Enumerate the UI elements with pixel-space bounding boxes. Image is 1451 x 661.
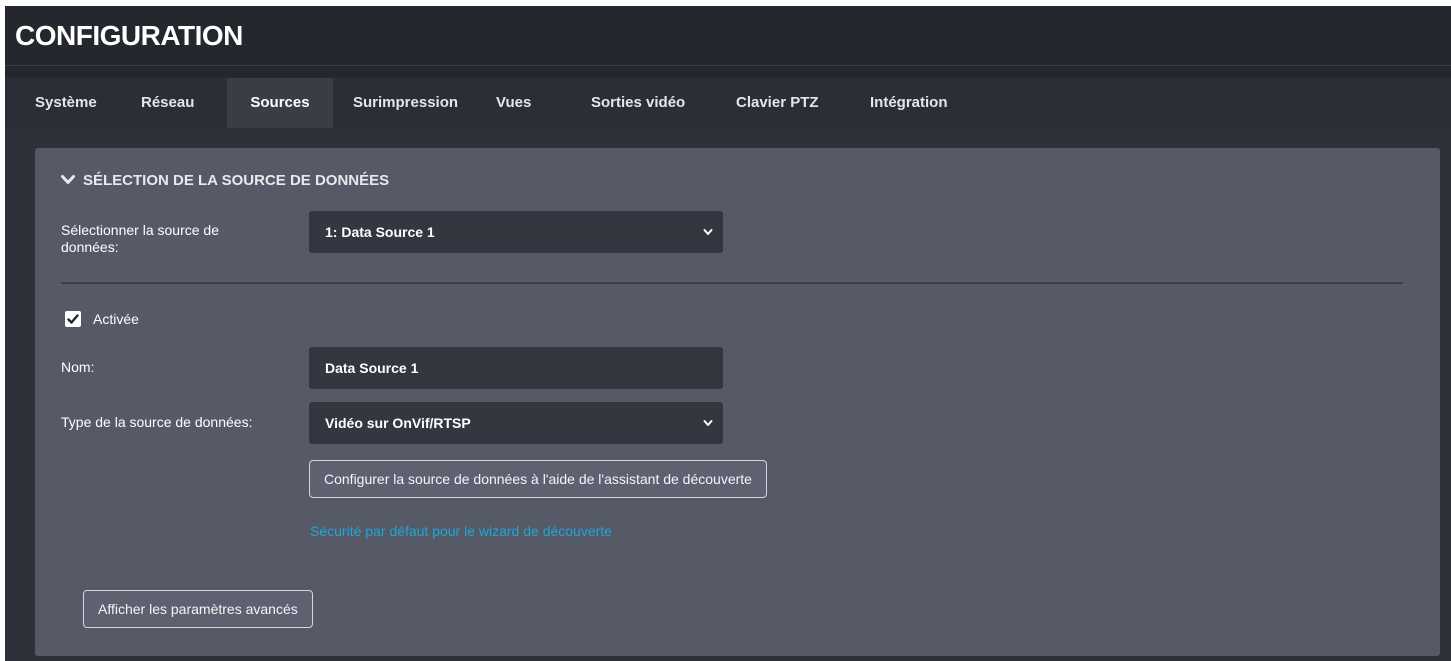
- page-title: CONFIGURATION: [15, 20, 243, 51]
- name-field[interactable]: Data Source 1: [309, 347, 723, 389]
- source-select-dropdown[interactable]: 1: Data Source 1: [309, 211, 723, 253]
- default-security-link[interactable]: Sécurité par défaut pour le wizard de dé…: [310, 523, 612, 539]
- source-select-label: Sélectionner la source de données:: [61, 222, 219, 256]
- chevron-down-icon: [703, 420, 713, 426]
- type-select-dropdown[interactable]: Vidéo sur OnVif/RTSP: [309, 402, 723, 444]
- tab-integration[interactable]: Intégration: [870, 78, 948, 128]
- tab-systeme[interactable]: Système: [35, 78, 97, 128]
- enabled-checkbox[interactable]: [65, 311, 81, 327]
- chevron-down-icon: [703, 229, 713, 235]
- type-label: Type de la source de données:: [61, 414, 253, 430]
- tab-sorties-video[interactable]: Sorties vidéo: [591, 78, 685, 128]
- section-divider: [61, 282, 1403, 284]
- discovery-wizard-button[interactable]: Configurer la source de données à l'aide…: [309, 460, 767, 498]
- section-title: SÉLECTION DE LA SOURCE DE DONNÉES: [83, 171, 390, 189]
- main-content: SÉLECTION DE LA SOURCE DE DONNÉES Sélect…: [5, 128, 1451, 661]
- tab-surimpression[interactable]: Surimpression: [353, 78, 458, 128]
- title-bar: CONFIGURATION: [5, 6, 1451, 66]
- name-field-value: Data Source 1: [325, 360, 419, 376]
- tab-reseau[interactable]: Réseau: [141, 78, 194, 128]
- enabled-label: Activée: [93, 311, 139, 327]
- chevron-down-icon: [61, 175, 75, 184]
- configuration-window: CONFIGURATION Système Réseau Sources Sur…: [5, 6, 1451, 661]
- data-source-panel: SÉLECTION DE LA SOURCE DE DONNÉES Sélect…: [35, 148, 1440, 656]
- tab-vues[interactable]: Vues: [496, 78, 531, 128]
- name-label: Nom:: [61, 359, 95, 375]
- tab-clavier-ptz[interactable]: Clavier PTZ: [736, 78, 819, 128]
- tab-sources[interactable]: Sources: [227, 78, 333, 128]
- show-advanced-settings-button[interactable]: Afficher les paramètres avancés: [83, 590, 313, 628]
- source-select-label-line2: données:: [61, 239, 119, 255]
- tab-bar: Système Réseau Sources Surimpression Vue…: [5, 78, 1451, 128]
- source-select-value: 1: Data Source 1: [325, 224, 435, 240]
- section-header-toggle[interactable]: SÉLECTION DE LA SOURCE DE DONNÉES: [61, 168, 389, 192]
- type-select-value: Vidéo sur OnVif/RTSP: [325, 415, 471, 431]
- source-select-label-line1: Sélectionner la source de: [61, 222, 219, 238]
- checkmark-icon: [67, 314, 79, 324]
